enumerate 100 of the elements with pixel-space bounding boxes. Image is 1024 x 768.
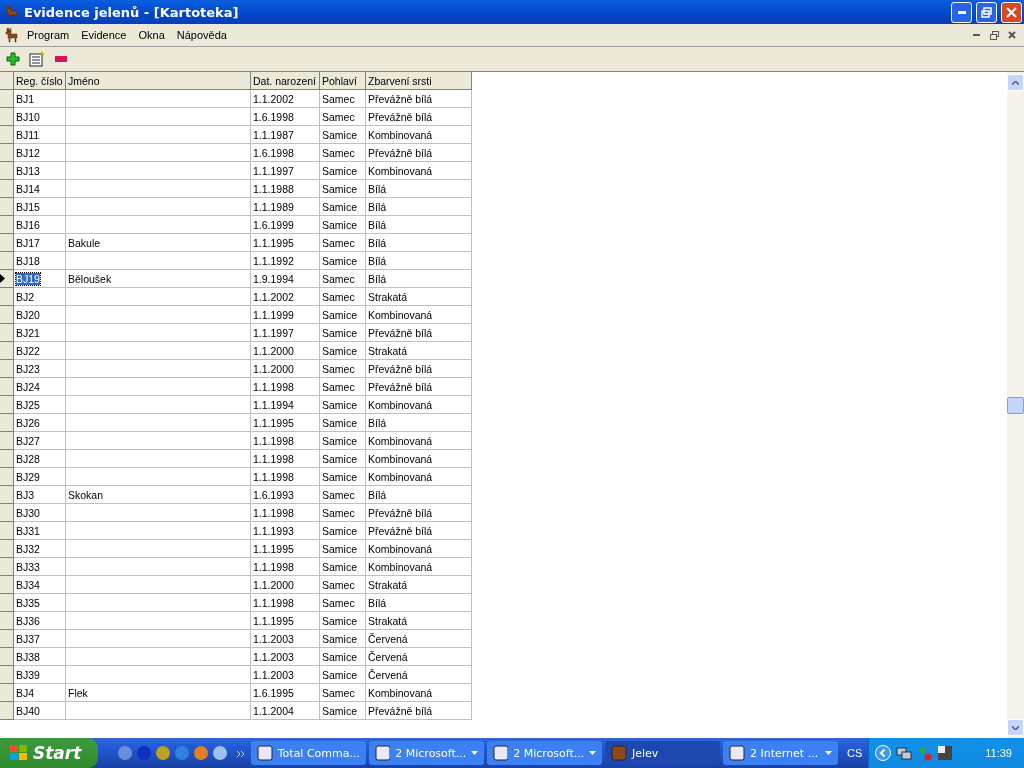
table-cell: BJ35 <box>14 594 66 612</box>
table-cell: BJ29 <box>14 468 66 486</box>
table-cell: 1.1.1988 <box>251 180 320 198</box>
menu-item[interactable]: Evidence <box>76 27 132 43</box>
table-cell: 1.1.1998 <box>251 558 320 576</box>
table-cell: Kombinovaná <box>366 432 472 450</box>
table-cell: Samec <box>320 360 366 378</box>
table-cell: Kombinovaná <box>366 684 472 702</box>
table-cell: 1.1.1989 <box>251 198 320 216</box>
table-cell: Samec <box>320 90 366 108</box>
table-cell: 1.1.1997 <box>251 324 320 342</box>
table-cell: Samec <box>320 576 366 594</box>
vertical-scrollbar[interactable] <box>1007 72 1024 738</box>
table-cell: Bílá <box>366 486 472 504</box>
table-cell: Převážně bílá <box>366 108 472 126</box>
table-cell: BJ26 <box>14 414 66 432</box>
app-icon <box>375 745 391 761</box>
quick-launch-icon[interactable] <box>213 746 227 760</box>
table-cell: 1.1.2004 <box>251 702 320 720</box>
table-cell: 1.6.1999 <box>251 216 320 234</box>
table-cell: Samec <box>320 504 366 522</box>
table-cell: Samice <box>320 450 366 468</box>
taskbar-button[interactable]: Total Comma... <box>251 741 366 765</box>
scroll-thumb[interactable] <box>1007 396 1024 414</box>
table-cell: 1.6.1995 <box>251 684 320 702</box>
column-header[interactable]: Dat. narození <box>251 72 320 90</box>
add-button[interactable] <box>4 50 22 68</box>
quick-launch-icon[interactable] <box>156 746 170 760</box>
table-cell: Převážně bílá <box>366 504 472 522</box>
table-cell: BJ32 <box>14 540 66 558</box>
table-cell: Kombinovaná <box>366 558 472 576</box>
table-cell: Samice <box>320 432 366 450</box>
minimize-icon <box>957 10 966 14</box>
start-button[interactable]: Start <box>0 738 98 768</box>
table-cell: Samice <box>320 252 366 270</box>
minimize-button[interactable] <box>951 1 972 23</box>
caret-icon <box>589 751 596 755</box>
table-cell: Samice <box>320 666 366 684</box>
table-cell: Kombinovaná <box>366 396 472 414</box>
quick-launch-icon[interactable] <box>194 746 208 760</box>
close-icon <box>1008 31 1016 39</box>
app-icon <box>257 745 273 761</box>
tray-icon[interactable] <box>938 746 953 760</box>
table-cell: Samice <box>320 468 366 486</box>
table-cell: Bakule <box>66 234 251 252</box>
table-cell: Bílá <box>366 180 472 198</box>
menu-item[interactable]: Okna <box>133 27 170 43</box>
table-cell: BJ4 <box>14 684 66 702</box>
scroll-up-button[interactable] <box>1007 74 1024 91</box>
table-cell: Samice <box>320 126 366 144</box>
table-cell: 1.1.2003 <box>251 666 320 684</box>
table-cell: BJ19 <box>14 270 66 288</box>
table-cell: Flek <box>66 684 251 702</box>
column-header[interactable]: Pohlaví <box>320 72 366 90</box>
table-cell: Kombinovaná <box>366 126 472 144</box>
network-icon[interactable] <box>896 745 913 761</box>
taskbar-button[interactable]: 2 Microsoft... <box>487 741 602 765</box>
menu-item[interactable]: Nápověda <box>171 27 232 43</box>
menu-item[interactable]: Program <box>22 27 75 43</box>
table-cell: 1.1.1987 <box>251 126 320 144</box>
row-indicator[interactable] <box>0 270 14 288</box>
deer-icon <box>4 4 20 20</box>
restore-button[interactable] <box>976 1 997 23</box>
table-cell: Převážně bílá <box>366 360 472 378</box>
scroll-down-button[interactable] <box>1007 719 1024 736</box>
edit-button[interactable] <box>28 50 46 68</box>
table-cell: 1.1.1998 <box>251 378 320 396</box>
table-cell: Kombinovaná <box>366 540 472 558</box>
table-cell: Samec <box>320 108 366 126</box>
minimize-icon <box>972 34 980 36</box>
table-cell: Samice <box>320 216 366 234</box>
table-cell: 1.1.1999 <box>251 306 320 324</box>
table-cell: BJ3 <box>14 486 66 504</box>
app-icon <box>493 745 509 761</box>
table-cell: 1.1.1998 <box>251 468 320 486</box>
table-cell: Bílá <box>366 414 472 432</box>
quick-launch-icon[interactable] <box>175 746 189 760</box>
table-cell: Samec <box>320 684 366 702</box>
quick-launch-icon[interactable] <box>118 746 132 760</box>
table-cell: Kombinovaná <box>366 306 472 324</box>
table-cell: BJ13 <box>14 162 66 180</box>
table-cell: 1.1.2002 <box>251 90 320 108</box>
taskbar-button[interactable]: 2 Microsoft... <box>369 741 484 765</box>
table-cell: BJ30 <box>14 504 66 522</box>
column-header[interactable]: Jméno <box>66 72 251 90</box>
table-cell: BJ24 <box>14 378 66 396</box>
taskbar-button[interactable]: 2 Internet ... <box>723 741 838 765</box>
restore-icon <box>981 6 992 18</box>
column-header[interactable]: Zbarvení srsti <box>366 72 472 90</box>
table-cell: Převážně bílá <box>366 378 472 396</box>
table-cell: Samice <box>320 702 366 720</box>
language-indicator[interactable]: CS <box>847 747 863 759</box>
column-header[interactable]: Reg. číslo <box>14 72 66 90</box>
taskbar-button[interactable]: Jelev <box>605 741 720 765</box>
close-button[interactable] <box>1001 1 1022 23</box>
table-cell: BJ27 <box>14 432 66 450</box>
chevron-icon[interactable] <box>237 750 245 757</box>
close-icon <box>1006 6 1017 18</box>
table-cell: Samice <box>320 558 366 576</box>
chevron-left-icon[interactable] <box>875 745 892 761</box>
